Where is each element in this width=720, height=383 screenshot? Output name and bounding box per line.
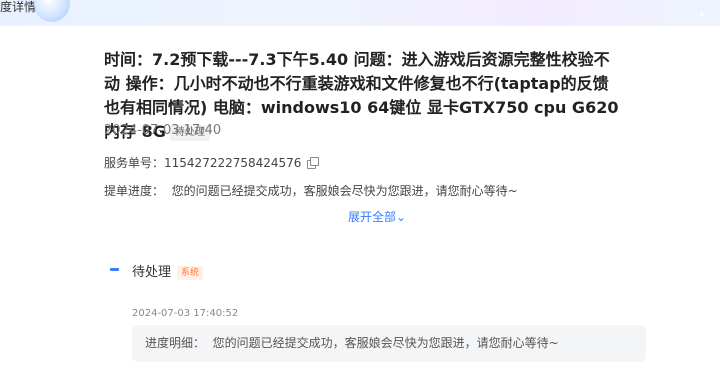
sparkle-icon: ✦ — [697, 10, 706, 21]
timeline-time: 2024-07-03 17:40:52 — [132, 308, 239, 319]
chevron-down-icon: ⌄ — [396, 210, 407, 224]
service-number-row: 服务单号：115427222758424576 — [104, 154, 320, 171]
top-header: 度详情 ✦ — [0, 0, 720, 26]
expand-all-label: 展开全部 — [348, 210, 397, 224]
ticket-date: 2024-07-03 17:40 — [104, 123, 222, 138]
service-number-label: 服务单号： — [104, 156, 165, 170]
progress-text: 您的问题已经提交成功，客服娘会尽快为您跟进，请您耐心等待~ — [171, 184, 518, 198]
timeline-detail-text: 您的问题已经提交成功，客服娘会尽快为您跟进，请您耐心等待~ — [212, 336, 559, 350]
timeline-marker — [110, 268, 119, 271]
service-number-value: 115427222758424576 — [164, 156, 302, 170]
expand-all-button[interactable]: 展开全部⌄ — [348, 208, 406, 225]
logo-icon — [34, 0, 70, 22]
system-tag: 系统 — [177, 266, 204, 280]
timeline-item-header: 待处理 系统 — [132, 261, 204, 280]
timeline-detail-box: 进度明细： 您的问题已经提交成功，客服娘会尽快为您跟进，请您耐心等待~ — [132, 325, 646, 362]
progress-row: 提单进度： 您的问题已经提交成功，客服娘会尽快为您跟进，请您耐心等待~ — [104, 182, 518, 199]
timeline-detail-label: 进度明细： — [145, 336, 206, 350]
timeline-status: 待处理 — [132, 265, 172, 280]
page-title: 度详情 — [0, 0, 37, 14]
progress-label: 提单进度： — [104, 184, 165, 198]
copy-icon[interactable] — [307, 157, 320, 169]
